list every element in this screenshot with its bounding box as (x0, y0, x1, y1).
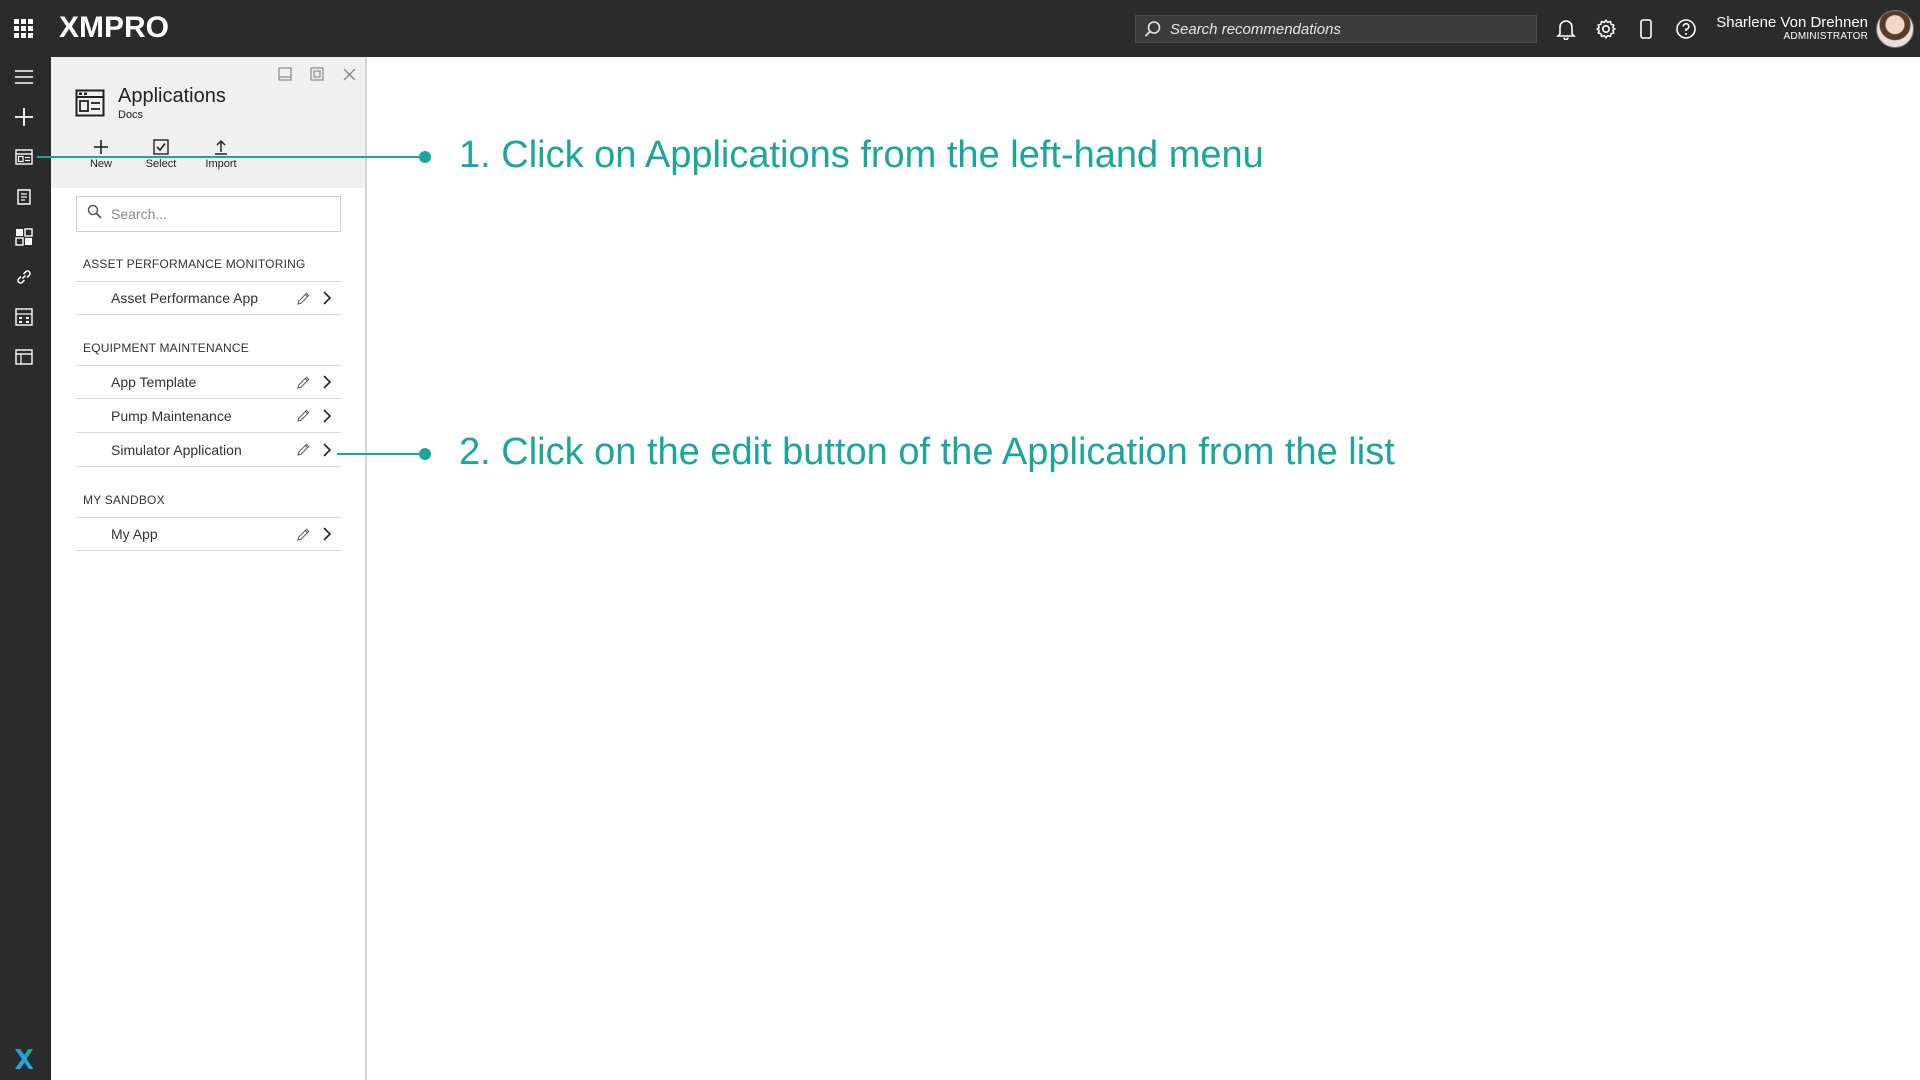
panel-header: Applications Docs New Select Import (51, 57, 365, 188)
edit-icon[interactable] (293, 406, 313, 426)
left-rail (0, 57, 51, 1080)
apps-grid-icon[interactable] (14, 19, 33, 38)
new-label: New (89, 158, 112, 170)
calendar-icon[interactable] (12, 345, 36, 369)
applications-panel: Applications Docs New Select Import ASSE (51, 57, 367, 1080)
annotation-line-2 (337, 453, 423, 455)
panel-subtitle: Docs (118, 109, 144, 121)
xmpro-logo[interactable]: XMPRO (59, 12, 169, 44)
list-item-label: Pump Maintenance (111, 407, 232, 424)
plus-icon (78, 137, 124, 157)
top-bar: XMPRO Sharlene Von Drehnen ADMINISTRATOR (0, 0, 1920, 57)
annotation-line-1 (37, 156, 423, 158)
list-item[interactable]: Simulator Application (76, 433, 341, 467)
import-label: Import (205, 158, 237, 170)
annotation-step-1: 1. Click on Applications from the left-h… (459, 134, 1264, 176)
select-label: Select (145, 158, 177, 170)
list-item[interactable]: Asset Performance App (76, 281, 341, 315)
calculator-icon[interactable] (12, 305, 36, 329)
edit-icon[interactable] (293, 524, 313, 544)
edit-icon[interactable] (293, 372, 313, 392)
user-name: Sharlene Von Drehnen (1716, 14, 1868, 31)
menu-icon[interactable] (12, 65, 36, 89)
annotation-dot-1 (419, 151, 431, 163)
link-icon[interactable] (12, 265, 36, 289)
list-item-label: Asset Performance App (111, 290, 259, 306)
panel-title: Applications (118, 85, 226, 107)
chevron-right-icon[interactable] (317, 440, 337, 460)
dashboard-icon[interactable] (12, 225, 36, 249)
help-icon[interactable] (1673, 16, 1699, 42)
import-button[interactable]: Import (198, 137, 244, 170)
search-icon (87, 204, 102, 224)
bell-icon[interactable] (1553, 16, 1579, 42)
group-title: EQUIPMENT MAINTENANCE (83, 341, 249, 355)
panel-search-input[interactable] (111, 206, 331, 222)
mobile-icon[interactable] (1633, 16, 1659, 42)
edit-icon[interactable] (293, 440, 313, 460)
group-title: MY SANDBOX (83, 493, 165, 507)
search-icon (1144, 20, 1162, 38)
list-item[interactable]: App Template (76, 365, 341, 399)
avatar[interactable] (1876, 10, 1914, 48)
xmpro-x-icon[interactable] (14, 1048, 34, 1070)
chevron-right-icon[interactable] (317, 524, 337, 544)
group-title: ASSET PERFORMANCE MONITORING (83, 257, 306, 271)
checkbox-icon (138, 137, 184, 157)
annotation-step-2: 2. Click on the edit button of the Appli… (459, 431, 1395, 473)
chevron-right-icon[interactable] (317, 372, 337, 392)
list-item[interactable]: Pump Maintenance (76, 399, 341, 433)
upload-icon (198, 137, 244, 157)
list-item-label: Simulator Application (111, 441, 242, 458)
annotation-dot-2 (419, 448, 431, 460)
maximize-icon[interactable] (308, 65, 326, 83)
list-item[interactable]: My App (76, 517, 341, 551)
minimize-icon[interactable] (276, 65, 294, 83)
plus-icon[interactable] (12, 105, 36, 129)
select-button[interactable]: Select (138, 137, 184, 170)
applications-icon[interactable] (12, 145, 36, 169)
search-recommendations[interactable] (1135, 15, 1537, 43)
panel-search[interactable] (76, 196, 341, 232)
user-role: ADMINISTRATOR (1783, 31, 1868, 42)
applications-header-icon (75, 89, 105, 122)
gear-icon[interactable] (1593, 16, 1619, 42)
chevron-right-icon[interactable] (317, 288, 337, 308)
chevron-right-icon[interactable] (317, 406, 337, 426)
search-input[interactable] (1170, 20, 1520, 38)
recommendations-icon[interactable] (12, 185, 36, 209)
list-item-label: My App (111, 526, 158, 542)
list-item-label: App Template (111, 374, 197, 390)
user-info[interactable]: Sharlene Von Drehnen ADMINISTRATOR (1716, 14, 1868, 43)
new-button[interactable]: New (78, 137, 124, 170)
close-icon[interactable] (340, 65, 358, 83)
edit-icon[interactable] (293, 288, 313, 308)
